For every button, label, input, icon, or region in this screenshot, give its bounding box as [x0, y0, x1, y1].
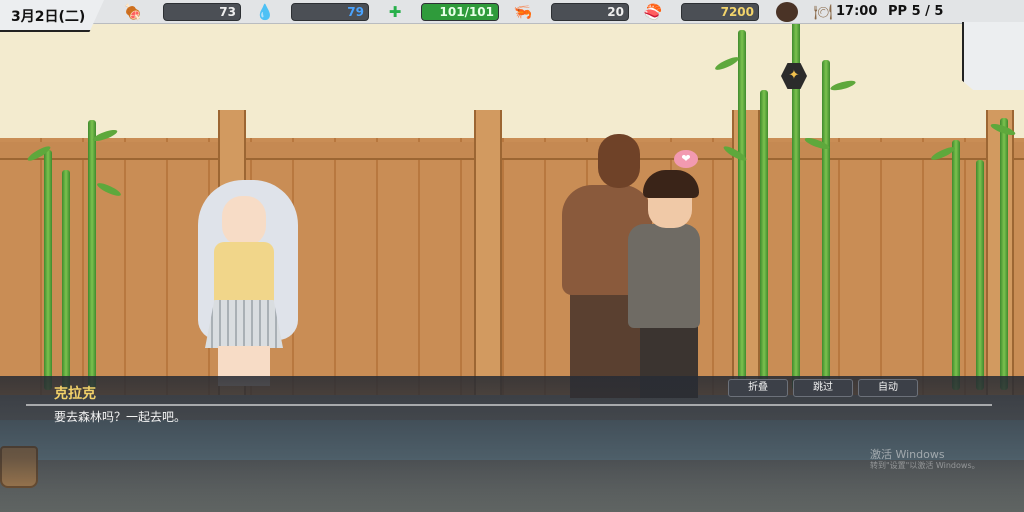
- money-bar: 7200: [681, 3, 759, 21]
- water-drop-icon: 💧: [255, 3, 275, 21]
- shrimp-icon: 🦐: [513, 3, 533, 21]
- health-cross-icon: ✚: [388, 3, 402, 21]
- bamboo-stalk: [62, 170, 70, 390]
- fence-post: [474, 110, 502, 400]
- date-panel: 3月2日(二): [0, 0, 104, 32]
- time-label: 17:00: [836, 4, 878, 19]
- meat-icon: 🍖: [123, 3, 143, 21]
- hunger-bar: 73: [163, 3, 241, 21]
- pp-label: PP 5 / 5: [888, 4, 944, 19]
- bamboo-stalk: [1000, 118, 1008, 390]
- bamboo-stalk: [88, 120, 96, 390]
- food-bar: 20: [551, 3, 629, 21]
- money-value: 7200: [720, 5, 754, 19]
- skip-button[interactable]: 跳过: [793, 379, 853, 397]
- water-value: 79: [347, 5, 364, 19]
- health-value: 101/101: [439, 5, 494, 19]
- activation-watermark-text: 转到"设置"以激活 Windows。: [870, 461, 980, 470]
- auto-button[interactable]: 自动: [858, 379, 918, 397]
- fold-button[interactable]: 折叠: [728, 379, 788, 397]
- avatar-icon[interactable]: [776, 2, 798, 22]
- hunger-value: 73: [219, 5, 236, 19]
- girl-skirt: [205, 300, 283, 348]
- bamboo-stalk: [952, 140, 960, 390]
- bamboo-stalk: [738, 30, 746, 390]
- health-bar: 101/101: [421, 3, 499, 21]
- food-value: 20: [607, 5, 624, 19]
- wooden-fence: [0, 138, 1024, 398]
- minimap-panel[interactable]: [962, 22, 1024, 90]
- girl-face: [222, 196, 266, 246]
- bamboo-stalk: [44, 150, 52, 390]
- fence-rail: [0, 142, 1024, 160]
- bamboo-stalk: [976, 160, 984, 390]
- dish-icon: 🍽: [813, 3, 833, 21]
- water-bar: 79: [291, 3, 369, 21]
- date-label: 3月2日(二): [11, 9, 86, 25]
- sky: [0, 0, 1024, 160]
- dialog-text: 要去森林吗？一起去吧。: [54, 410, 187, 424]
- money-icon: 🍣: [643, 3, 663, 21]
- heart-icon: ❤: [674, 150, 698, 168]
- bamboo-stalk: [760, 90, 768, 390]
- boy-hair: [643, 170, 699, 198]
- girl-sweater: [214, 242, 274, 304]
- speaker-name: 克拉克: [54, 386, 96, 402]
- man-head: [598, 134, 640, 188]
- boy-shirt: [628, 224, 700, 328]
- bamboo-stalk: [822, 60, 830, 390]
- dialog-divider: [26, 404, 992, 406]
